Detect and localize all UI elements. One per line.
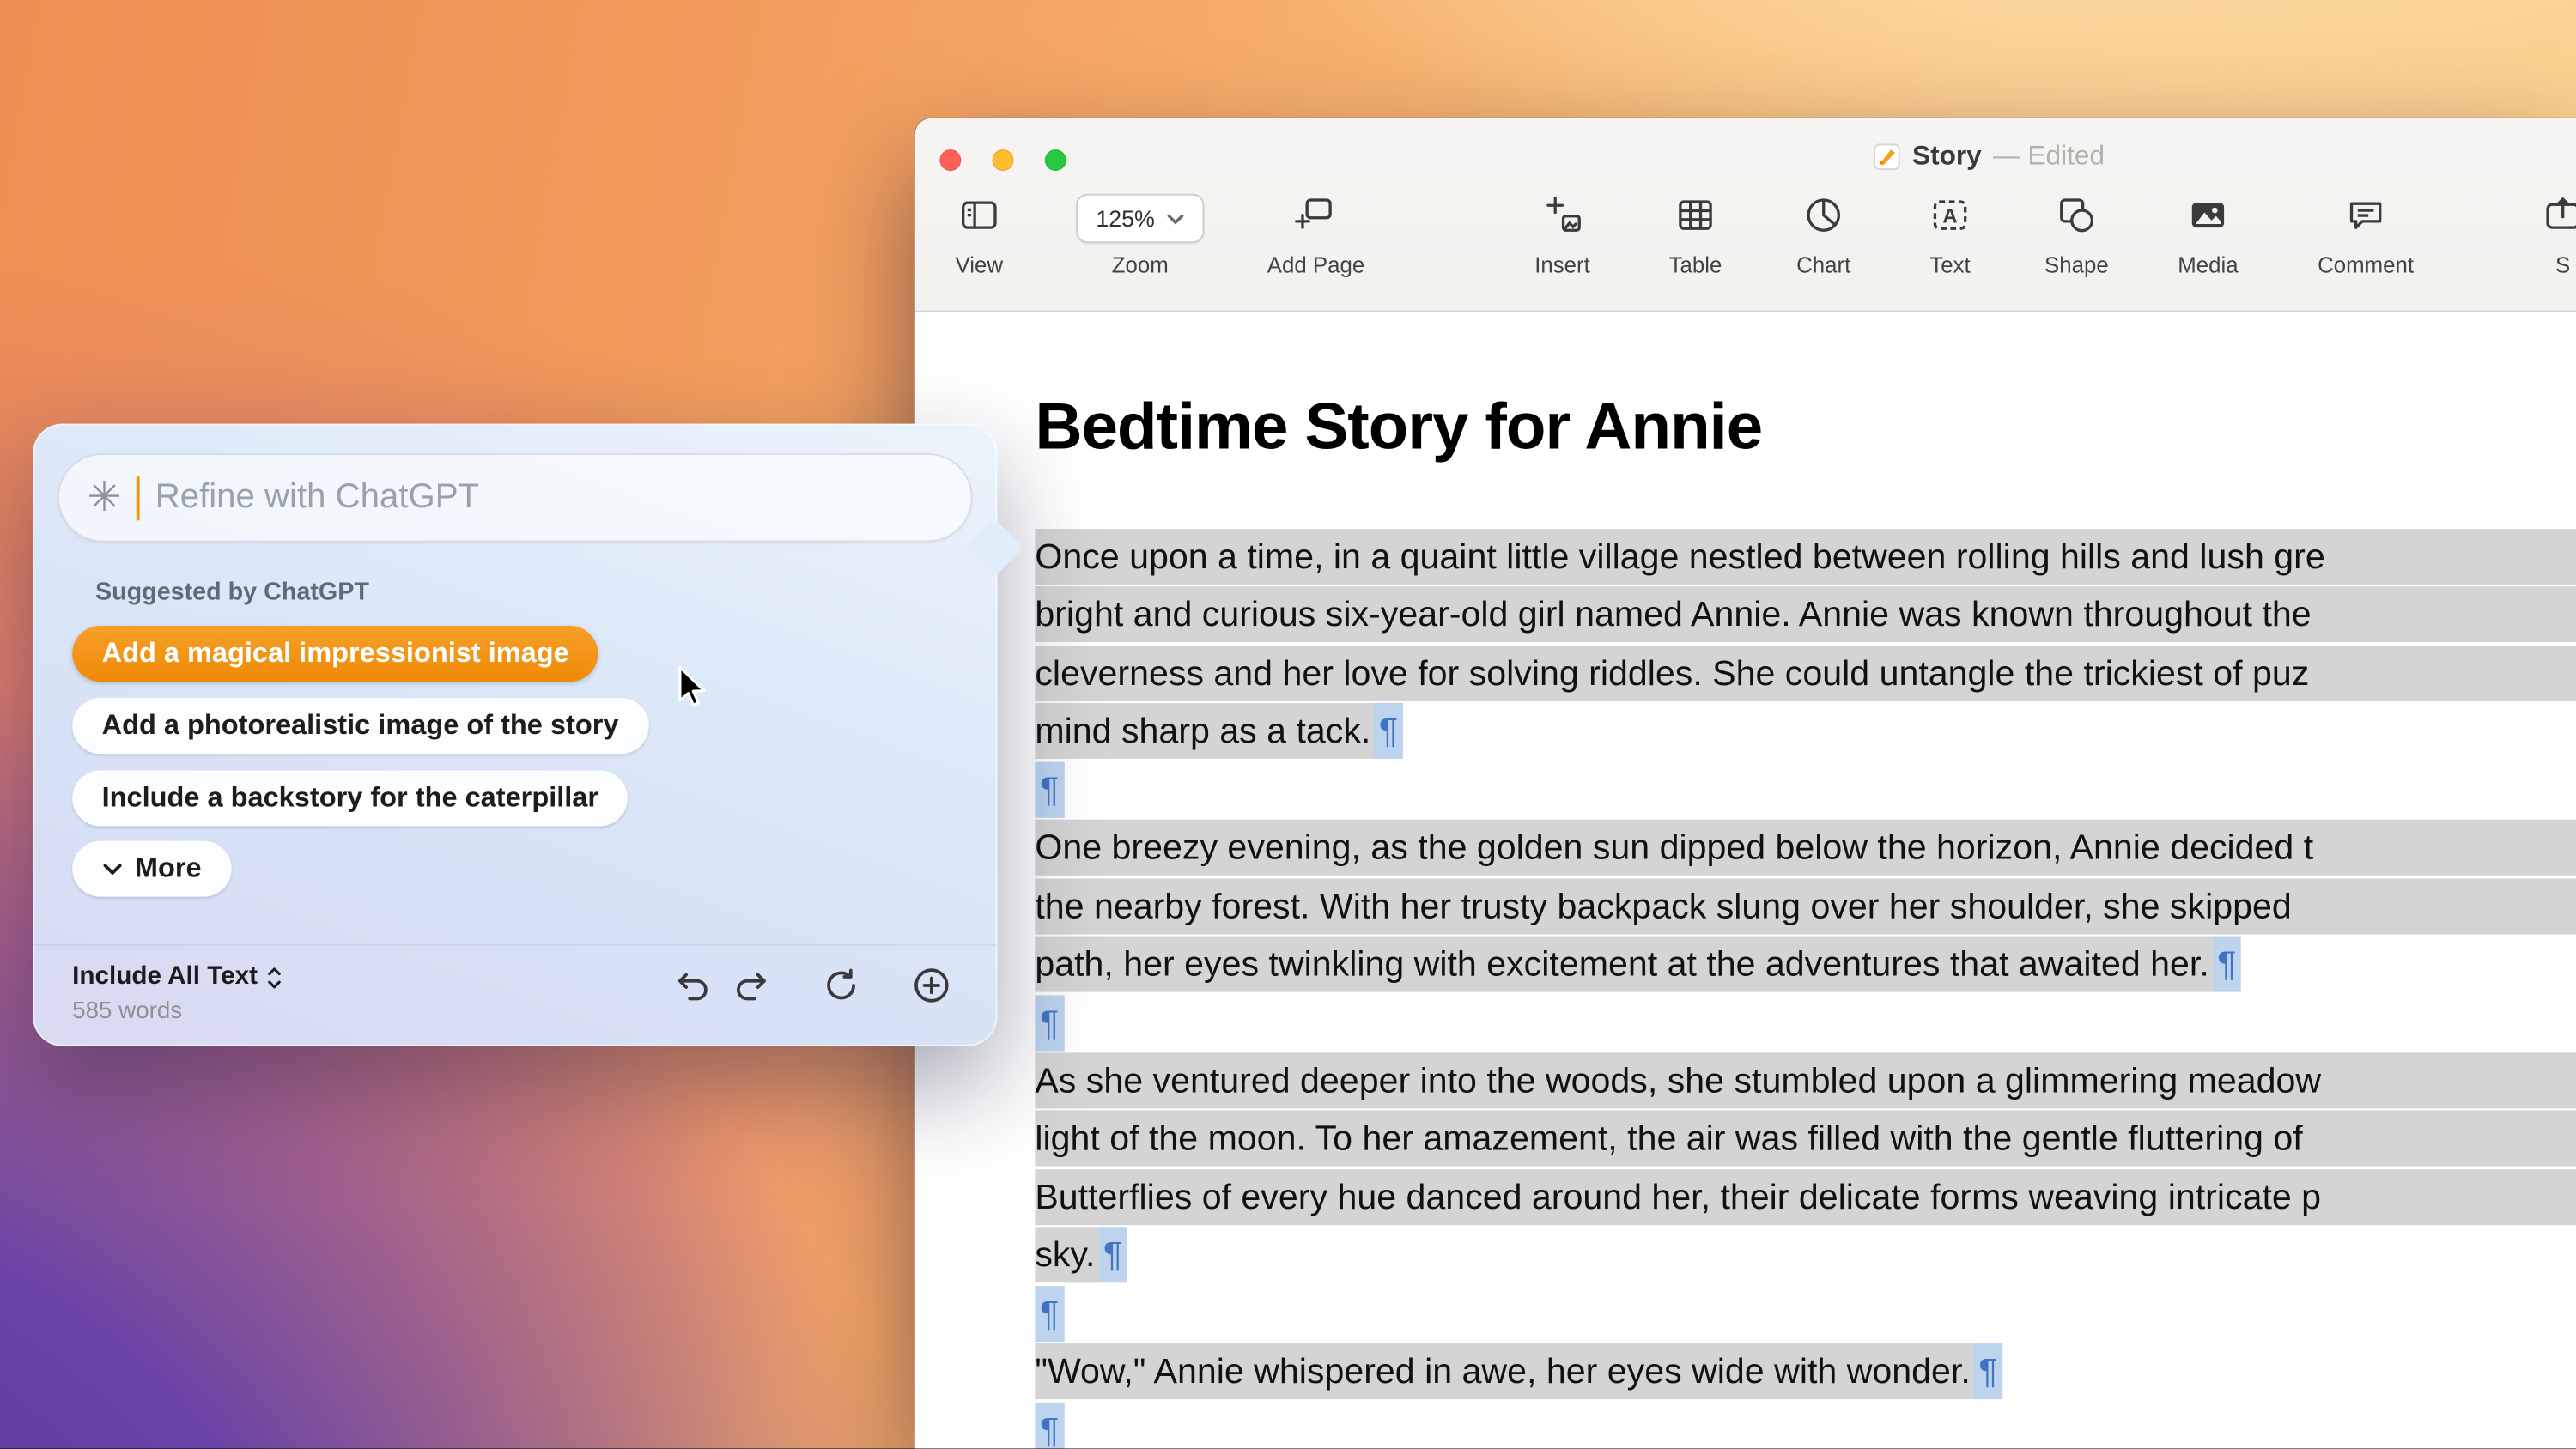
fullscreen-button[interactable]	[1044, 149, 1066, 171]
pilcrow-mark: ¶	[1098, 1227, 1127, 1283]
text-caret	[136, 475, 141, 520]
add-button[interactable]	[910, 964, 953, 1007]
doc-line[interactable]: the nearby forest. With her trusty backp…	[1035, 877, 2576, 937]
document-body[interactable]: Once upon a time, in a quaint little vil…	[1035, 529, 2576, 1449]
word-count: 585 words	[72, 998, 183, 1025]
pilcrow-mark: ¶	[1035, 761, 1064, 818]
doc-line[interactable]: path, her eyes twinkling with excitement…	[1035, 936, 2576, 995]
doc-line[interactable]: As she ventured deeper into the woods, s…	[1035, 1052, 2576, 1111]
window-chrome: Story — Edited View 125% Zoom Add Page I…	[914, 118, 2576, 312]
chatgpt-logo-icon: ✳	[87, 473, 122, 520]
toolbar-media-button[interactable]: Media	[2129, 194, 2287, 277]
zoom-dropdown[interactable]: 125%	[1076, 193, 1205, 244]
desktop: Story — Edited View 125% Zoom Add Page I…	[0, 0, 2576, 1449]
view-icon	[915, 194, 1058, 243]
up-down-chevrons-icon	[267, 967, 281, 988]
doc-line[interactable]: light of the moon. To her amazement, the…	[1035, 1111, 2576, 1169]
chevron-down-icon	[103, 863, 122, 874]
toolbar-add-page-button[interactable]: Add Page	[1237, 194, 1395, 277]
pilcrow-mark: ¶	[1973, 1343, 2003, 1400]
redo-button[interactable]	[729, 964, 772, 1007]
toolbar-comment-button[interactable]: Comment	[2287, 194, 2445, 277]
chatgpt-popover: ✳ Refine with ChatGPT Suggested by ChatG…	[33, 423, 1024, 1046]
doc-line[interactable]: One breezy evening, as the golden sun di…	[1035, 820, 2576, 878]
pilcrow-mark: ¶	[1035, 1402, 1064, 1449]
close-button[interactable]	[939, 149, 962, 171]
partial-icon	[2484, 194, 2576, 243]
doc-line[interactable]: "Wow," Annie whispered in awe, her eyes …	[1035, 1343, 2576, 1402]
media-icon	[2129, 194, 2287, 243]
doc-line[interactable]: Once upon a time, in a quaint little vil…	[1035, 529, 2576, 587]
document-heading[interactable]: Bedtime Story for Annie	[1035, 391, 1763, 464]
document-icon	[1874, 143, 1900, 171]
undo-button[interactable]	[672, 964, 715, 1007]
suggestion-backstory[interactable]: Include a backstory for the caterpillar	[72, 770, 629, 827]
doc-line[interactable]: ¶	[1035, 994, 2576, 1052]
doc-line[interactable]: ¶	[1035, 761, 2576, 820]
document-title-text: Story	[1912, 141, 1982, 171]
minimize-button[interactable]	[992, 149, 1014, 171]
comment-icon	[2287, 194, 2445, 243]
edited-badge: — Edited	[1993, 141, 2105, 171]
doc-line[interactable]: sky. ¶	[1035, 1227, 2576, 1286]
suggested-by-label: Suggested by ChatGPT	[94, 578, 369, 606]
toolbar-zoom-control[interactable]: 125% Zoom	[1061, 193, 1219, 277]
doc-line[interactable]: cleverness and her love for solving ridd…	[1035, 645, 2576, 704]
svg-text:A: A	[1942, 204, 1957, 227]
refine-input[interactable]: ✳ Refine with ChatGPT	[57, 453, 973, 543]
toolbar-view-button[interactable]: View	[915, 194, 1058, 277]
pilcrow-mark: ¶	[1035, 994, 1064, 1051]
toolbar-partial-button[interactable]: S	[2484, 194, 2576, 277]
mouse-cursor	[678, 665, 706, 706]
doc-line[interactable]: bright and curious six-year-old girl nam…	[1035, 586, 2576, 646]
input-placeholder: Refine with ChatGPT	[155, 477, 480, 516]
suggestion-photorealistic-image[interactable]: Add a photorealistic image of the story	[72, 698, 648, 755]
doc-line[interactable]: mind sharp as a tack. ¶	[1035, 703, 2576, 761]
doc-line[interactable]: Butterflies of every hue danced around h…	[1035, 1168, 2576, 1228]
doc-line[interactable]: ¶	[1035, 1285, 2576, 1343]
popover-footer: Include All Text 585 words	[33, 944, 998, 1046]
chevron-down-icon	[1167, 213, 1184, 224]
pilcrow-mark: ¶	[2212, 936, 2242, 992]
include-all-text-selector[interactable]: Include All Text	[72, 962, 283, 991]
pilcrow-mark: ¶	[1374, 703, 1403, 760]
document-canvas[interactable]: Bedtime Story for Annie Once upon a time…	[914, 313, 2576, 1449]
more-button[interactable]: More	[72, 840, 232, 897]
regenerate-button[interactable]	[820, 964, 863, 1007]
add-page-icon	[1237, 194, 1395, 243]
suggestion-magical-image[interactable]: Add a magical impressionist image	[72, 625, 599, 682]
window-title: Story — Edited	[1873, 142, 2105, 173]
pages-window: Story — Edited View 125% Zoom Add Page I…	[914, 118, 2576, 1449]
pilcrow-mark: ¶	[1035, 1285, 1064, 1342]
doc-line[interactable]: ¶	[1035, 1402, 2576, 1449]
